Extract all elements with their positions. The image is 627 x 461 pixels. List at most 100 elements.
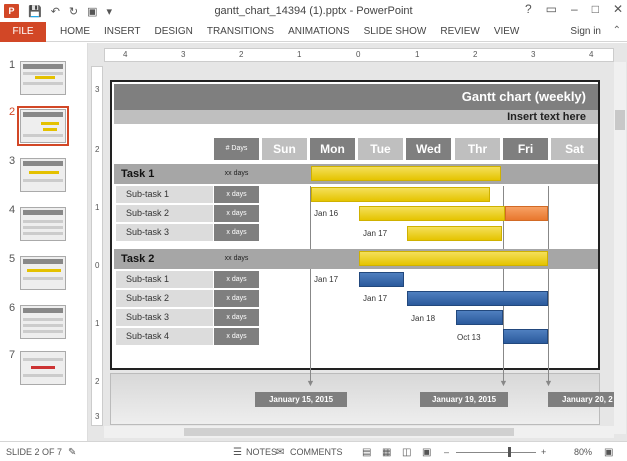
collapse-ribbon-icon[interactable]: ⌃ [613,25,621,36]
ribbon-display-options-icon[interactable]: ▭ [546,2,557,16]
date-marker-line [548,186,549,382]
subtask-bar[interactable] [407,291,548,306]
days-column-header: # Days [214,138,259,160]
zoom-slider[interactable] [456,452,536,453]
zoom-level[interactable]: 80% [574,447,592,457]
slide-subtitle[interactable]: Insert text here [114,110,598,124]
thumbnail-number: 2 [9,106,16,118]
sign-in-link[interactable]: Sign in [570,26,601,37]
slide-show-icon[interactable]: ▣ [422,447,431,458]
subtask-start-date: Jan 17 [314,275,339,284]
slide-thumbnail-6[interactable] [20,305,66,339]
date-marker-line [310,186,311,382]
ruler-mark: 3 [95,412,100,421]
scroll-thumb[interactable] [184,428,514,436]
reading-view-icon[interactable]: ◫ [402,447,411,458]
slide-thumbnail-4[interactable] [20,207,66,241]
scroll-thumb[interactable] [615,110,625,130]
tab-review[interactable]: REVIEW [440,26,479,37]
ruler-mark: 3 [531,50,536,59]
subtask-name[interactable]: Sub-task 2 [116,205,213,222]
zoom-out-button[interactable]: – [444,447,449,457]
subtask-bar[interactable] [359,272,404,287]
subtask-bar[interactable] [456,310,503,325]
comments-button[interactable]: COMMENTS [290,447,343,457]
horizontal-scrollbar[interactable] [104,426,614,438]
tab-design[interactable]: DESIGN [155,26,193,37]
day-header-mon: Mon [310,138,355,160]
ruler-mark: 3 [95,85,100,94]
slide-thumbnail-7[interactable] [20,351,66,385]
slide-timeline-area [110,373,600,425]
tab-view[interactable]: VIEW [494,26,520,37]
notes-icon[interactable]: ☰ [233,447,242,458]
slide-title[interactable]: Gantt chart (weekly) [114,84,598,110]
help-button[interactable]: ? [525,2,532,16]
slide-thumbnail-3[interactable] [20,158,66,192]
task-2-bar[interactable] [359,251,548,266]
normal-view-icon[interactable]: ▤ [362,447,371,458]
subtask-start-date: Jan 16 [314,209,339,218]
subtask-name[interactable]: Sub-task 1 [116,186,213,203]
maximize-button[interactable]: □ [592,2,599,16]
task-days: xx days [224,170,249,177]
slide-thumbnail-5[interactable] [20,256,66,290]
slide-sorter-icon[interactable]: ▦ [382,447,391,458]
zoom-in-button[interactable]: + [541,447,546,457]
subtask-overrun-bar[interactable] [505,206,548,221]
ruler-mark: 0 [95,261,100,270]
slide-thumbnail-1[interactable] [20,61,66,95]
ruler-mark: 4 [123,50,128,59]
tab-home[interactable]: HOME [60,26,90,37]
subtask-name[interactable]: Sub-task 3 [116,224,213,241]
task-1-bar[interactable] [311,166,501,181]
ruler-mark: 2 [239,50,244,59]
subtask-name[interactable]: Sub-task 2 [116,290,213,307]
ruler-mark: 1 [415,50,420,59]
window-controls: ? ▭ – □ ✕ [525,2,623,16]
slide-counter: SLIDE 2 OF 7 [6,447,63,457]
task-name[interactable]: Task 1 [116,164,214,184]
slide-thumbnails-pane: 1 2 3 4 5 6 7 [0,43,88,441]
milestone-date-label[interactable]: January 20, 2 [548,392,614,407]
subtask-bar[interactable] [503,329,548,344]
subtask-name[interactable]: Sub-task 3 [116,309,213,326]
subtask-bar[interactable] [311,187,490,202]
comments-icon[interactable]: ✉ [276,447,284,458]
tab-animations[interactable]: ANIMATIONS [288,26,349,37]
tab-file[interactable]: FILE [0,21,46,42]
ruler-mark: 2 [95,145,100,154]
thumbnail-number: 5 [9,253,16,265]
notes-button[interactable]: NOTES [246,447,277,457]
subtask-name[interactable]: Sub-task 4 [116,328,213,345]
fit-slide-icon[interactable]: ▣ [604,447,613,458]
subtask-name[interactable]: Sub-task 1 [116,271,213,288]
ruler-mark: 1 [95,203,100,212]
subtask-days: x days [214,290,259,307]
thumbnail-number: 3 [9,155,16,167]
status-bar: SLIDE 2 OF 7 ✎ ☰ NOTES ✉ COMMENTS ▤ ▦ ◫ … [0,441,627,461]
spelling-check-icon[interactable]: ✎ [68,447,76,458]
ruler-mark: 2 [95,377,100,386]
tab-insert[interactable]: INSERT [104,26,141,37]
subtask-bar[interactable] [407,226,502,241]
milestone-date-label[interactable]: January 15, 2015 [255,392,347,407]
ruler-mark: 0 [356,50,361,59]
tab-slide-show[interactable]: SLIDE SHOW [364,26,427,37]
thumbnail-number: 6 [9,302,16,314]
slide-thumbnail-2[interactable] [17,106,69,146]
day-header-thr: Thr [455,138,500,160]
subtask-days: x days [214,224,259,241]
subtask-days: x days [214,205,259,222]
vertical-scrollbar[interactable] [614,62,626,434]
minimize-button[interactable]: – [571,2,578,16]
arrow-down-icon: ▼ [499,378,508,388]
close-button[interactable]: ✕ [613,2,623,16]
tab-transitions[interactable]: TRANSITIONS [207,26,274,37]
subtask-days: x days [214,309,259,326]
milestone-date-label[interactable]: January 19, 2015 [420,392,508,407]
subtask-start-date: Oct 13 [457,333,481,342]
zoom-slider-thumb[interactable] [508,447,511,457]
subtask-bar[interactable] [359,206,505,221]
task-name[interactable]: Task 2 [116,249,214,269]
